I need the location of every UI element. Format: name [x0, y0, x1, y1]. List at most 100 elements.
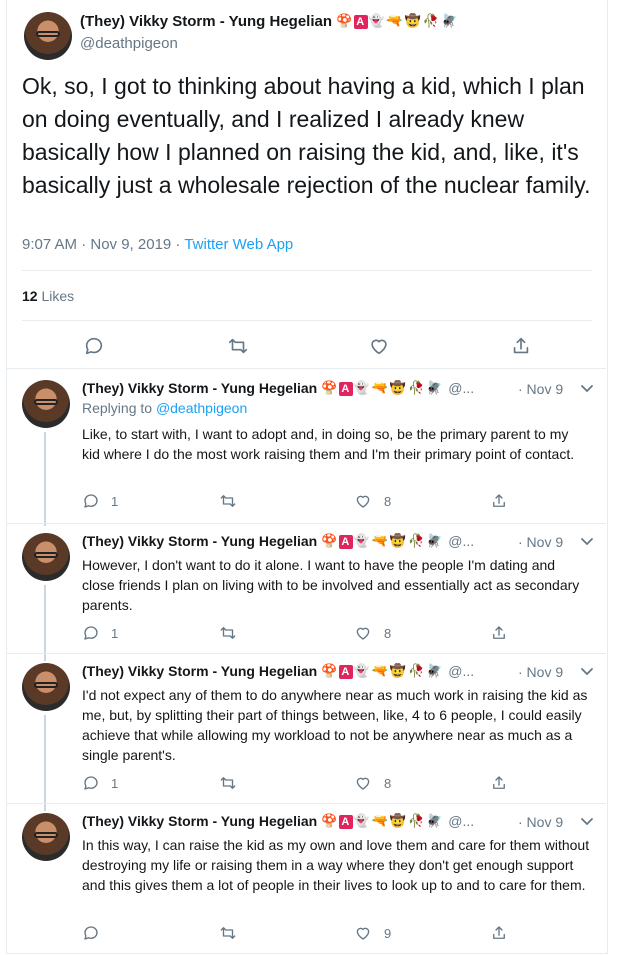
divider	[6, 523, 606, 524]
chevron-down-icon[interactable]	[580, 667, 594, 677]
heart-icon	[356, 927, 370, 940]
retweet-button[interactable]	[218, 774, 238, 792]
display-name[interactable]: (They) Vikky Storm - Yung Hegelian 🍄 A 👻🔫🤠🥀…	[80, 13, 459, 30]
tweet-text: Like, to start with, I want to adopt and…	[82, 426, 575, 462]
reply-tweet[interactable]: (They) Vikky Storm - Yung Hegelian 🍄 A 👻🔫🤠🥀…	[0, 533, 606, 661]
reply-button[interactable]: 1	[82, 624, 118, 642]
name-emojis: 🍄 A 👻🔫🤠🥀🪰	[321, 380, 445, 396]
reply-icon	[85, 337, 103, 355]
tweet-date[interactable]: · Nov 9	[518, 814, 563, 830]
tweet-text: Ok, so, I got to thinking about having a…	[22, 73, 591, 198]
display-name[interactable]: (They) Vikky Storm - Yung Hegelian 🍄 A 👻🔫🤠🥀…	[82, 663, 474, 679]
thread-line	[44, 585, 46, 661]
display-name[interactable]: (They) Vikky Storm - Yung Hegelian 🍄 A 👻🔫🤠🥀…	[82, 380, 474, 396]
handle: @...	[448, 380, 475, 396]
share-icon	[493, 776, 505, 789]
chevron-down-icon[interactable]	[580, 384, 594, 394]
avatar[interactable]	[22, 533, 70, 581]
replying-to-link[interactable]: @deathpigeon	[156, 400, 247, 416]
reply-tweet[interactable]: (They) Vikky Storm - Yung Hegelian 🍄 A 👻🔫🤠🥀…	[0, 813, 606, 953]
likes-stat[interactable]: 12 Likes	[22, 288, 74, 304]
likes-label: Likes	[41, 288, 75, 304]
name-emojis: 🍄 A 👻🔫🤠🥀🪰	[321, 663, 445, 679]
heart-icon	[356, 627, 370, 640]
thread-line	[44, 715, 46, 811]
reply-count: 1	[111, 775, 119, 791]
divider	[6, 368, 606, 369]
display-name-text: (They) Vikky Storm - Yung Hegelian	[82, 663, 318, 679]
like-button[interactable]: 9	[354, 924, 391, 942]
replying-to: Replying to @deathpigeon	[82, 400, 248, 416]
chevron-down-icon[interactable]	[580, 537, 594, 547]
thread-line	[44, 432, 46, 526]
share-icon	[513, 337, 529, 354]
tweet-date[interactable]: · Nov 9	[518, 381, 563, 397]
divider	[22, 320, 592, 321]
avatar[interactable]	[22, 663, 70, 711]
share-button[interactable]	[490, 774, 508, 792]
display-name-text: (They) Vikky Storm - Yung Hegelian	[82, 813, 318, 829]
share-button[interactable]	[490, 924, 508, 942]
tweet-date[interactable]: · Nov 9	[518, 534, 563, 550]
display-name-text: (They) Vikky Storm - Yung Hegelian	[82, 380, 318, 396]
like-count: 9	[384, 925, 392, 941]
reply-button[interactable]: 1	[82, 774, 118, 792]
share-icon	[493, 626, 505, 639]
divider	[6, 803, 606, 804]
name-emojis: 🍄 A 👻🔫🤠🥀🪰	[321, 533, 445, 549]
retweet-icon	[220, 495, 236, 507]
display-name-text: (They) Vikky Storm - Yung Hegelian	[80, 13, 333, 30]
reply-tweet[interactable]: (They) Vikky Storm - Yung Hegelian 🍄 A 👻🔫🤠🥀…	[0, 380, 606, 526]
reply-icon	[84, 626, 98, 640]
tweet-date[interactable]: · Nov 9	[518, 664, 563, 680]
avatar[interactable]	[22, 380, 70, 428]
handle: @...	[448, 813, 475, 829]
retweet-button[interactable]	[218, 924, 238, 942]
main-actions	[0, 332, 600, 362]
avatar[interactable]	[22, 813, 70, 861]
like-count: 8	[384, 625, 392, 641]
share-button[interactable]	[490, 624, 508, 642]
divider	[22, 270, 592, 271]
heart-icon	[371, 339, 387, 355]
display-name[interactable]: (They) Vikky Storm - Yung Hegelian 🍄 A 👻🔫🤠🥀…	[82, 813, 474, 829]
retweet-button[interactable]	[226, 335, 250, 357]
display-name-text: (They) Vikky Storm - Yung Hegelian	[82, 533, 318, 549]
divider	[6, 653, 606, 654]
handle: @...	[448, 533, 475, 549]
reply-icon	[84, 926, 98, 940]
chevron-down-icon[interactable]	[580, 817, 594, 827]
like-button[interactable]: 8	[354, 492, 391, 510]
share-button[interactable]	[510, 335, 532, 357]
tweet-timestamp: 9:07 AM · Nov 9, 2019 · Twitter Web App	[22, 236, 294, 253]
tweet-text: I'd not expect any of them to do anywher…	[82, 687, 588, 763]
share-button[interactable]	[490, 492, 508, 510]
reply-button[interactable]	[82, 924, 111, 942]
like-button[interactable]: 8	[354, 774, 391, 792]
reply-button[interactable]: 1	[82, 492, 118, 510]
tweet-source[interactable]: Twitter Web App	[184, 236, 293, 253]
share-icon	[493, 494, 505, 507]
tweet-time[interactable]: 9:07 AM · Nov 9, 2019	[22, 236, 171, 253]
avatar[interactable]	[24, 12, 72, 60]
name-emojis: 🍄 A 👻🔫🤠🥀🪰	[336, 13, 460, 29]
like-count: 8	[384, 493, 392, 509]
display-name[interactable]: (They) Vikky Storm - Yung Hegelian 🍄 A 👻🔫🤠🥀…	[82, 533, 474, 549]
retweet-icon	[220, 777, 236, 789]
reply-icon	[84, 776, 98, 790]
heart-icon	[356, 777, 370, 790]
retweet-icon	[220, 927, 236, 939]
like-button[interactable]: 8	[354, 624, 391, 642]
likes-count: 12	[22, 288, 38, 304]
share-icon	[493, 926, 505, 939]
reply-tweet[interactable]: (They) Vikky Storm - Yung Hegelian 🍄 A 👻🔫🤠🥀…	[0, 663, 606, 811]
like-count: 8	[384, 775, 392, 791]
retweet-button[interactable]	[218, 492, 238, 510]
heart-icon	[356, 495, 370, 508]
like-button[interactable]	[368, 335, 390, 357]
reply-count: 1	[111, 625, 119, 641]
reply-icon	[84, 494, 98, 508]
reply-button[interactable]	[83, 335, 105, 357]
handle[interactable]: @deathpigeon	[80, 35, 178, 52]
retweet-button[interactable]	[218, 624, 238, 642]
